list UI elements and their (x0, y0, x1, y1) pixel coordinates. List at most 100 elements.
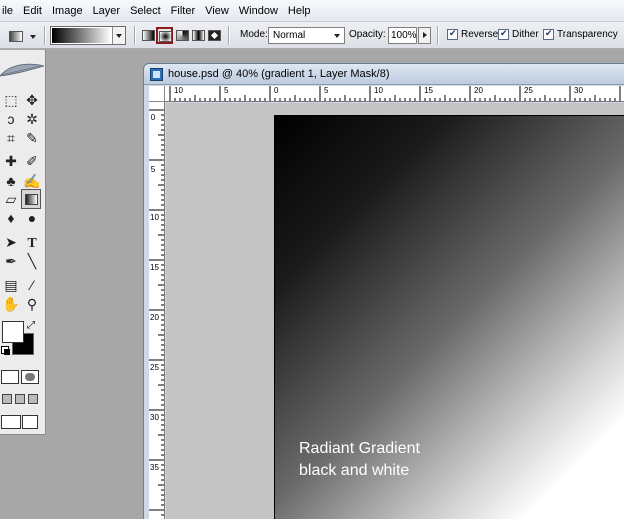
history-brush-icon: ✍ (23, 173, 41, 189)
dodge-tool[interactable]: ● (22, 208, 42, 228)
divider (44, 26, 46, 45)
mode-label: Mode: (240, 29, 268, 40)
horizontal-ruler-ticks (169, 86, 621, 101)
note-icon: ▤ (4, 277, 18, 293)
marquee-tool[interactable]: ⬚ (1, 90, 21, 110)
crop-tool[interactable]: ⌗ (1, 128, 21, 148)
menu-view[interactable]: View (200, 0, 234, 22)
swap-colors-icon[interactable]: ⤢ (27, 320, 35, 331)
slice-tool[interactable]: ✎ (22, 128, 42, 148)
caption-line: black and white (299, 462, 410, 479)
ruler-label: 5 (150, 165, 156, 174)
brush-tool[interactable]: ✐ (22, 151, 42, 171)
chevron-right-icon (423, 32, 427, 38)
opacity-input[interactable]: 100% (388, 27, 417, 44)
marquee-icon: ⬚ (4, 92, 18, 108)
gradient-tool-icon (9, 31, 23, 42)
tool-preset-picker[interactable] (2, 27, 40, 44)
reverse-checkbox[interactable] (447, 28, 458, 40)
diamond-gradient-button[interactable] (206, 27, 223, 44)
default-colors-icon[interactable] (1, 346, 10, 355)
arrow-icon: ➤ (5, 234, 17, 250)
ruler-label: 35 (150, 463, 159, 472)
screen-mode-full-icon[interactable] (28, 394, 38, 404)
ruler-label: 10 (174, 86, 183, 95)
move-tool[interactable]: ✥ (22, 90, 42, 110)
angle-gradient-icon (176, 30, 189, 41)
ruler-label: 30 (574, 86, 583, 95)
menu-image[interactable]: Image (47, 0, 88, 22)
quick-mask-button[interactable] (21, 370, 39, 384)
menu-filter[interactable]: Filter (166, 0, 200, 22)
history-brush-tool[interactable]: ✍ (22, 171, 42, 191)
magic-wand-tool[interactable]: ✲ (22, 109, 42, 129)
foreground-color-swatch[interactable] (2, 321, 24, 343)
gradient-dropdown-button[interactable] (112, 27, 125, 44)
gradient-tool[interactable] (21, 189, 41, 209)
gradient-icon (25, 194, 38, 205)
zoom-tool[interactable]: ⚲ (22, 294, 42, 314)
image-canvas[interactable]: Radiant Gradient black and white (274, 115, 624, 519)
dither-checkbox[interactable] (498, 28, 509, 40)
ruler-label: 5 (324, 86, 329, 95)
eyedropper-tool[interactable]: ⁄ (22, 275, 42, 295)
document-window: house.psd @ 40% (gradient 1, Layer Mask/… (143, 63, 624, 519)
opacity-label: Opacity: (349, 29, 386, 40)
horizontal-ruler[interactable]: 10 5 0 5 10 15 20 25 30 (165, 86, 624, 102)
gradient-picker[interactable] (50, 26, 126, 45)
document-title: house.psd @ 40% (gradient 1, Layer Mask/… (168, 68, 390, 80)
linear-gradient-button[interactable] (140, 27, 157, 44)
ruler-label: 25 (150, 363, 159, 372)
blur-tool[interactable]: ♦ (1, 208, 21, 228)
magic-wand-icon: ✲ (26, 111, 38, 127)
menu-layer[interactable]: Layer (88, 0, 126, 22)
photoshop-document-icon (150, 68, 163, 81)
transparency-checkbox[interactable] (543, 28, 554, 40)
menu-file[interactable]: ile (0, 0, 18, 22)
imageready-jump-button[interactable] (1, 415, 21, 429)
linear-gradient-icon (142, 30, 155, 41)
chevron-down-icon (334, 34, 340, 38)
vertical-ruler[interactable]: 0 5 10 15 20 25 30 35 (149, 102, 165, 519)
menu-window[interactable]: Window (234, 0, 283, 22)
document-title-bar[interactable]: house.psd @ 40% (gradient 1, Layer Mask/… (144, 64, 624, 85)
menu-select[interactable]: Select (125, 0, 166, 22)
hand-tool[interactable]: ✋ (1, 294, 21, 314)
ruler-label: 20 (150, 313, 159, 322)
reflected-gradient-button[interactable] (190, 27, 207, 44)
mode-value: Normal (273, 30, 306, 41)
toolbox: ⬚ ✥ ↄ ✲ ⌗ ✎ ✚ ✐ ♣ ✍ ▱ ♦ ● ➤ T ✒ ╲ ▤ ⁄ ✋ … (0, 50, 46, 435)
line-icon: ╲ (27, 253, 37, 269)
eraser-tool[interactable]: ▱ (1, 189, 21, 209)
standard-mode-button[interactable] (1, 370, 19, 384)
healing-brush-tool[interactable]: ✚ (1, 151, 21, 171)
type-tool[interactable]: T (22, 232, 42, 252)
ruler-label: 15 (424, 86, 433, 95)
canvas-pasteboard[interactable]: Radiant Gradient black and white (166, 103, 624, 519)
mode-select[interactable]: Normal (268, 27, 345, 44)
ruler-origin[interactable] (149, 86, 165, 102)
ruler-label: 0 (150, 113, 156, 122)
pen-tool[interactable]: ✒ (1, 251, 21, 271)
clone-stamp-tool[interactable]: ♣ (1, 171, 21, 191)
screen-mode-menus-icon[interactable] (15, 394, 25, 404)
lasso-icon: ↄ (7, 111, 15, 127)
edit-in-app-button[interactable] (22, 415, 38, 429)
lasso-tool[interactable]: ↄ (1, 109, 21, 129)
menu-help[interactable]: Help (283, 0, 316, 22)
path-selection-tool[interactable]: ➤ (1, 232, 21, 252)
stamp-icon: ♣ (6, 173, 16, 189)
opacity-slider-button[interactable] (418, 27, 431, 44)
menu-edit[interactable]: Edit (18, 0, 47, 22)
options-bar: Mode: Normal Opacity: 100% Reverse Dithe… (0, 22, 624, 49)
ruler-label: 0 (274, 86, 279, 95)
divider (228, 26, 230, 45)
radial-gradient-button[interactable] (156, 27, 173, 44)
line-tool[interactable]: ╲ (22, 251, 42, 271)
angle-gradient-button[interactable] (174, 27, 191, 44)
notes-tool[interactable]: ▤ (1, 275, 21, 295)
screen-mode-standard-icon[interactable] (2, 394, 12, 404)
diamond-gradient-icon (208, 30, 221, 41)
divider (134, 26, 136, 45)
zoom-icon: ⚲ (26, 296, 38, 312)
